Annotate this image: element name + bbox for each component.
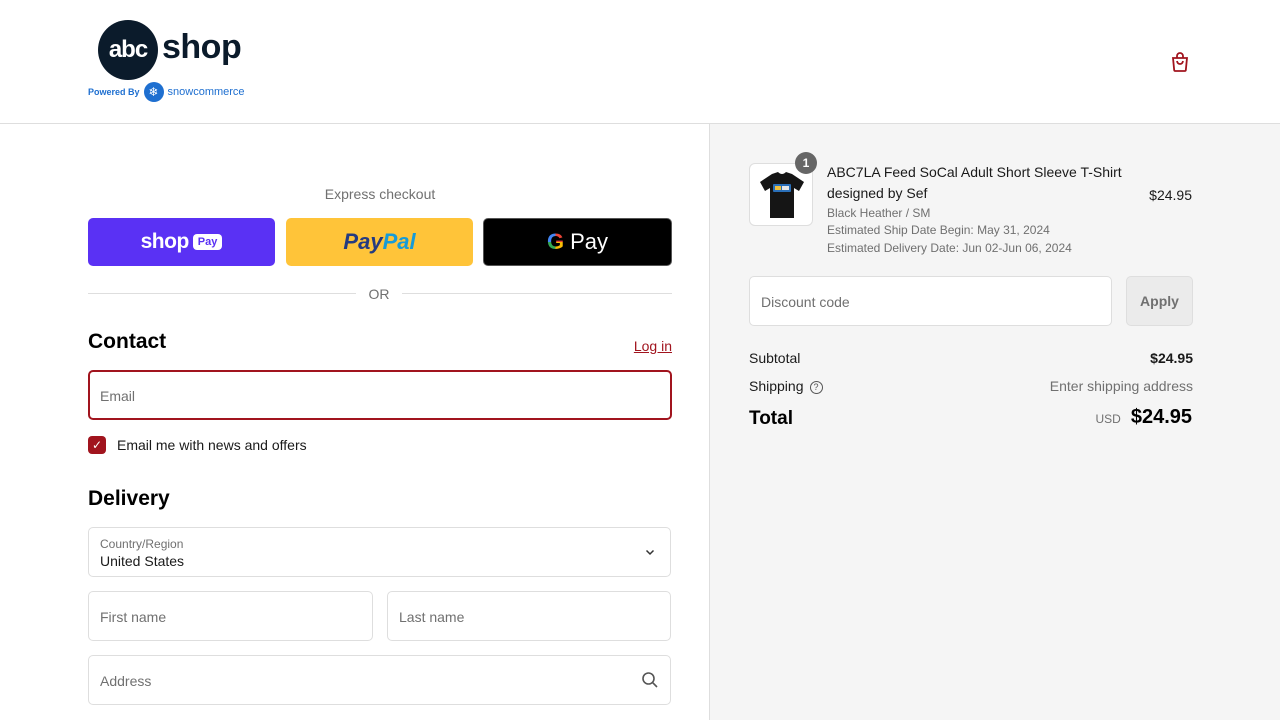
first-name-placeholder: First name [100, 609, 167, 625]
checkout-form: Express checkout shop Pay PayPal G Pay O… [88, 124, 672, 720]
newsletter-checkbox[interactable]: ✓ [88, 436, 106, 454]
abc-logo-mark: abc [98, 20, 158, 80]
discount-placeholder: Discount code [761, 294, 850, 310]
contact-title: Contact [88, 330, 167, 353]
google-g-icon: G [546, 229, 565, 254]
log-in-link[interactable]: Log in [634, 338, 672, 354]
google-pay-logo: G Pay [547, 229, 608, 255]
newsletter-checkbox-row[interactable]: ✓ Email me with news and offers [88, 436, 307, 454]
divider-line [402, 293, 672, 294]
shop-pay-pill: Pay [192, 234, 223, 250]
apply-discount-button[interactable]: Apply [1126, 276, 1193, 326]
abc-shop-logo[interactable]: abc shop Powered By ❄ snowcommerce [88, 20, 258, 104]
order-summary: 1 ABC7LA Feed SoCal Adult Short Sleeve T… [709, 124, 1280, 720]
shopping-bag-icon[interactable] [1168, 50, 1192, 74]
divider-line [88, 293, 356, 294]
quantity-badge: 1 [795, 152, 817, 174]
express-checkout-title: Express checkout [324, 186, 436, 202]
newsletter-label: Email me with news and offers [117, 437, 307, 453]
delivery-date: Estimated Delivery Date: Jun 02-Jun 06, … [827, 241, 1072, 255]
product-variant: Black Heather / SM [827, 206, 931, 220]
subtotal-value: $24.95 [1150, 350, 1193, 366]
email-placeholder: Email [100, 388, 136, 404]
subtotal-row: Subtotal $24.95 [749, 350, 1193, 366]
product-title: ABC7LA Feed SoCal Adult Short Sleeve T-S… [827, 164, 1122, 201]
shipping-row: Shipping? Enter shipping address [749, 378, 1193, 394]
paypal-pay: Pay [343, 229, 383, 254]
total-amount: $24.95 [1130, 406, 1192, 428]
paypal-logo: PayPal [343, 229, 415, 255]
first-name-field[interactable]: First name [88, 591, 373, 641]
paypal-button[interactable]: PayPal [286, 218, 473, 266]
powered-by: Powered By ❄ snowcommerce [88, 82, 245, 102]
powered-by-text: Powered By [88, 87, 140, 97]
paypal-pal: Pal [382, 229, 416, 254]
total-value-group: USD $24.95 [1095, 406, 1192, 429]
email-field[interactable]: Email [88, 370, 672, 420]
shipping-label: Shipping [749, 378, 804, 394]
snowflake-icon: ❄ [143, 82, 164, 102]
product-price: $24.95 [1149, 187, 1192, 203]
or-divider: OR [88, 286, 672, 302]
address-field[interactable]: Address [88, 655, 671, 705]
total-label: Total [749, 408, 793, 429]
last-name-field[interactable]: Last name [387, 591, 671, 641]
google-pay-word: Pay [570, 229, 609, 254]
shipping-value: Enter shipping address [1049, 378, 1193, 394]
country-value: United States [100, 553, 185, 569]
delivery-title: Delivery [88, 487, 170, 510]
address-placeholder: Address [100, 673, 152, 689]
country-label: Country/Region [100, 537, 184, 551]
help-icon[interactable]: ? [809, 380, 823, 394]
logo-wordmark: shop [162, 28, 242, 66]
total-currency: USD [1095, 412, 1121, 426]
search-icon [642, 672, 658, 688]
subtotal-label: Subtotal [749, 350, 801, 366]
chevron-down-icon [645, 549, 655, 556]
country-select[interactable]: Country/Region United States [88, 527, 671, 577]
last-name-placeholder: Last name [399, 609, 465, 625]
discount-code-field[interactable]: Discount code [749, 276, 1112, 326]
google-pay-button[interactable]: G Pay [483, 218, 672, 266]
shop-pay-button[interactable]: shop Pay [88, 218, 275, 266]
tshirt-image [760, 172, 804, 218]
shop-pay-word: shop [140, 230, 190, 253]
ship-date: Estimated Ship Date Begin: May 31, 2024 [827, 223, 1050, 237]
partner-name: snowcommerce [167, 86, 245, 98]
or-label: OR [368, 286, 390, 302]
header: abc shop Powered By ❄ snowcommerce [0, 0, 1280, 124]
